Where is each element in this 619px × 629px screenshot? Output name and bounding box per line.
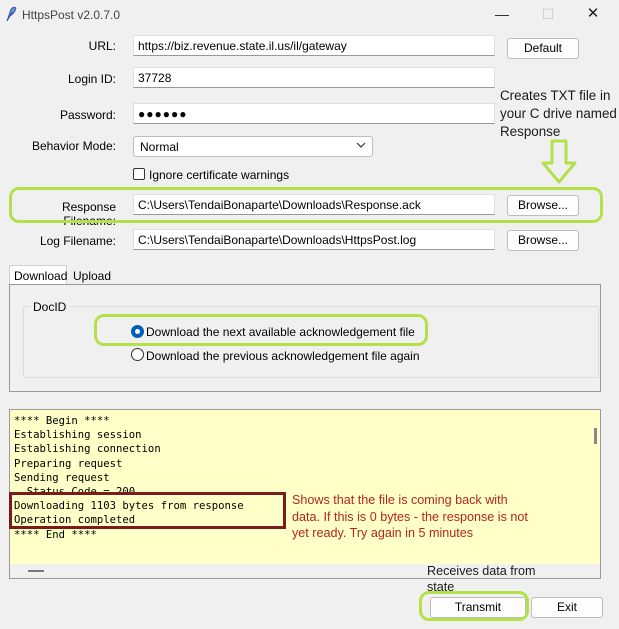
- log-line: Preparing request: [14, 457, 123, 470]
- horizontal-scrollbar-thumb[interactable]: [28, 570, 44, 572]
- chevron-down-icon: [356, 142, 366, 148]
- behavior-mode-value: Normal: [140, 140, 179, 154]
- note-line: yet ready. Try again in 5 minutes: [292, 526, 474, 540]
- response-note: Creates TXT file in your C drive named R…: [500, 87, 619, 141]
- bytes-highlight: [9, 492, 286, 529]
- ignore-cert-checkbox[interactable]: [133, 168, 145, 180]
- window-title: HttpsPost v2.0.7.0: [22, 8, 121, 22]
- title-bar: HttpsPost v2.0.7.0 — ☐ ✕: [0, 0, 619, 30]
- transmit-highlight: [419, 591, 529, 621]
- password-input[interactable]: ●●●●●●: [133, 103, 495, 124]
- docid-group-title: DocID: [30, 300, 70, 314]
- log-browse-button[interactable]: Browse...: [507, 230, 579, 251]
- note-line: Shows that the file is coming back with: [292, 493, 508, 507]
- login-id-input[interactable]: 37728: [133, 67, 495, 88]
- app-feather-icon: [6, 6, 17, 22]
- ignore-cert-label: Ignore certificate warnings: [149, 168, 290, 182]
- minimize-button[interactable]: —: [494, 6, 510, 22]
- note-line: Creates TXT file in: [500, 88, 611, 103]
- app-window: HttpsPost v2.0.7.0 — ☐ ✕ URL: https://bi…: [0, 0, 619, 629]
- log-line: **** End ****: [14, 528, 97, 541]
- close-button[interactable]: ✕: [585, 6, 601, 22]
- maximize-button[interactable]: ☐: [540, 6, 556, 22]
- default-button[interactable]: Default: [507, 38, 579, 59]
- password-label: Password:: [59, 108, 116, 122]
- log-line: **** Begin ****: [14, 415, 110, 427]
- vertical-scrollbar-thumb[interactable]: [594, 428, 597, 444]
- note-line: Response: [500, 124, 561, 139]
- next-ack-highlight: [94, 314, 428, 346]
- bytes-note: Shows that the file is coming back with …: [292, 492, 528, 542]
- note-line: state: [427, 580, 455, 594]
- url-input[interactable]: https://biz.revenue.state.il.us/il/gatew…: [133, 35, 495, 56]
- down-arrow-icon: [541, 139, 577, 184]
- log-line: Sending request: [14, 471, 110, 484]
- log-filename-label: Log Filename:: [39, 234, 116, 248]
- log-line: Establishing session: [14, 429, 142, 442]
- response-row-highlight: [9, 187, 603, 223]
- note-line: Receives data from: [427, 564, 536, 578]
- login-id-label: Login ID:: [67, 72, 116, 86]
- log-filename-input[interactable]: C:\Users\TendaiBonaparte\Downloads\Https…: [133, 229, 495, 250]
- exit-button[interactable]: Exit: [531, 597, 603, 618]
- note-line: your C drive named: [500, 106, 617, 121]
- behavior-mode-select[interactable]: Normal: [133, 136, 373, 157]
- behavior-mode-label: Behavior Mode:: [31, 139, 116, 153]
- url-label: URL:: [88, 39, 116, 53]
- tab-upload[interactable]: Upload: [69, 266, 119, 286]
- receives-note: Receives data from state: [427, 563, 536, 595]
- note-line: data. If this is 0 bytes - the response …: [292, 509, 528, 524]
- radio-previous-ack-label: Download the previous acknowledgement fi…: [146, 349, 420, 363]
- radio-previous-ack[interactable]: [131, 348, 144, 361]
- log-line: Establishing connection: [14, 443, 161, 456]
- tab-download[interactable]: Download: [9, 265, 67, 285]
